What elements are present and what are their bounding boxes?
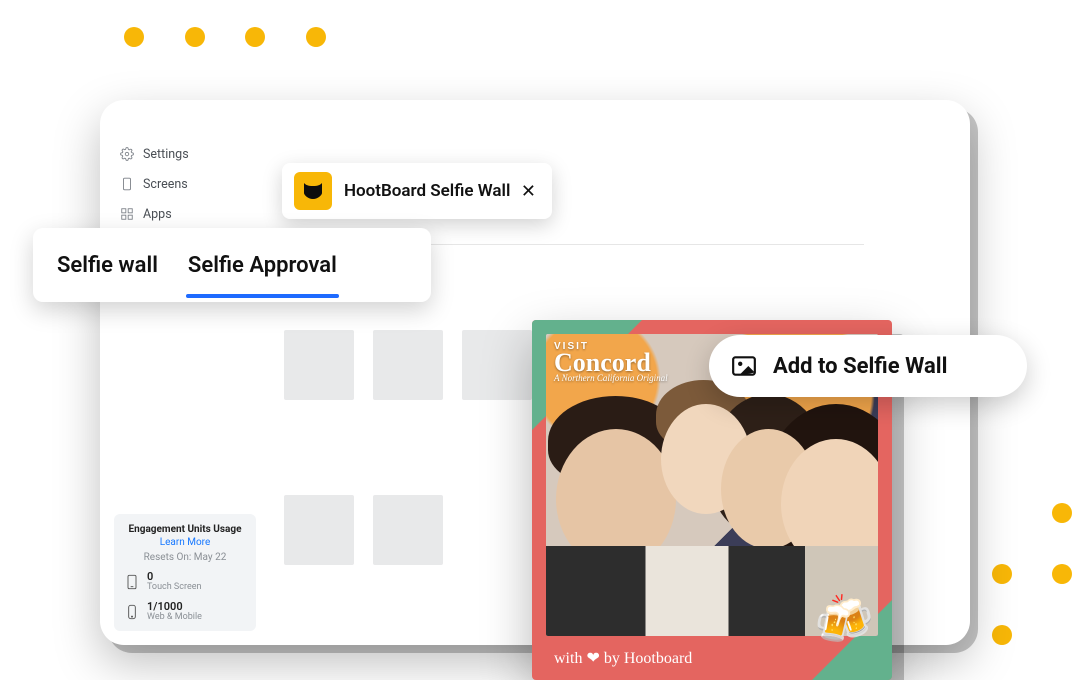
decor-dot bbox=[124, 27, 144, 47]
resets-label: Resets On: May 22 bbox=[124, 552, 246, 563]
decor-dot bbox=[1052, 564, 1072, 584]
sidebar-item-screens[interactable]: Screens bbox=[120, 170, 270, 198]
engagement-panel: Engagement Units Usage Learn More Resets… bbox=[114, 514, 256, 631]
image-icon bbox=[729, 353, 759, 379]
grid-icon bbox=[120, 207, 134, 221]
tabs-pill: Selfie wall Selfie Approval bbox=[33, 228, 431, 302]
tab-selfie-approval[interactable]: Selfie Approval bbox=[186, 237, 339, 294]
metric-label: Web & Mobile bbox=[147, 613, 202, 623]
card-footer: with ❤ by Hootboard bbox=[554, 648, 692, 668]
touch-screen-icon bbox=[124, 571, 140, 593]
screen-icon bbox=[120, 177, 134, 191]
selfie-thumbnail[interactable] bbox=[284, 330, 354, 400]
beer-icon: 🍻 bbox=[814, 591, 874, 648]
selfie-thumbnail[interactable] bbox=[284, 495, 354, 565]
app-header-pill: HootBoard Selfie Wall ✕ bbox=[282, 163, 552, 219]
visit-concord-badge: VISIT Concord A Northern California Orig… bbox=[554, 342, 668, 382]
tab-selfie-wall[interactable]: Selfie wall bbox=[55, 237, 160, 294]
metric-web: 1/1000 Web & Mobile bbox=[124, 601, 246, 623]
decor-dot bbox=[185, 27, 205, 47]
decor-dot bbox=[992, 564, 1012, 584]
decor-dot bbox=[245, 27, 265, 47]
decor-dot bbox=[1052, 503, 1072, 523]
add-to-selfie-wall-button[interactable]: Add to Selfie Wall bbox=[709, 335, 1027, 397]
learn-more-link[interactable]: Learn More bbox=[124, 537, 246, 548]
decor-dot bbox=[306, 27, 326, 47]
selfie-thumbnail[interactable] bbox=[373, 330, 443, 400]
decor-dot bbox=[992, 625, 1012, 645]
metric-label: Touch Screen bbox=[147, 583, 201, 593]
metric-touch: 0 Touch Screen bbox=[124, 571, 246, 593]
sidebar-item-label: Settings bbox=[143, 147, 189, 162]
close-icon[interactable]: ✕ bbox=[517, 177, 540, 206]
sidebar-item-settings[interactable]: Settings bbox=[120, 140, 270, 168]
selfie-thumbnail[interactable] bbox=[373, 495, 443, 565]
add-button-label: Add to Selfie Wall bbox=[773, 354, 947, 379]
sidebar-item-label: Screens bbox=[143, 177, 188, 192]
mobile-icon bbox=[124, 601, 140, 623]
engagement-title: Engagement Units Usage bbox=[124, 524, 246, 535]
sidebar-item-apps[interactable]: Apps bbox=[120, 200, 270, 228]
app-title: HootBoard Selfie Wall bbox=[344, 181, 517, 201]
hootboard-logo bbox=[294, 172, 332, 210]
gear-icon bbox=[120, 147, 134, 161]
selfie-thumbnail[interactable] bbox=[462, 330, 532, 400]
sidebar-item-label: Apps bbox=[143, 207, 172, 222]
